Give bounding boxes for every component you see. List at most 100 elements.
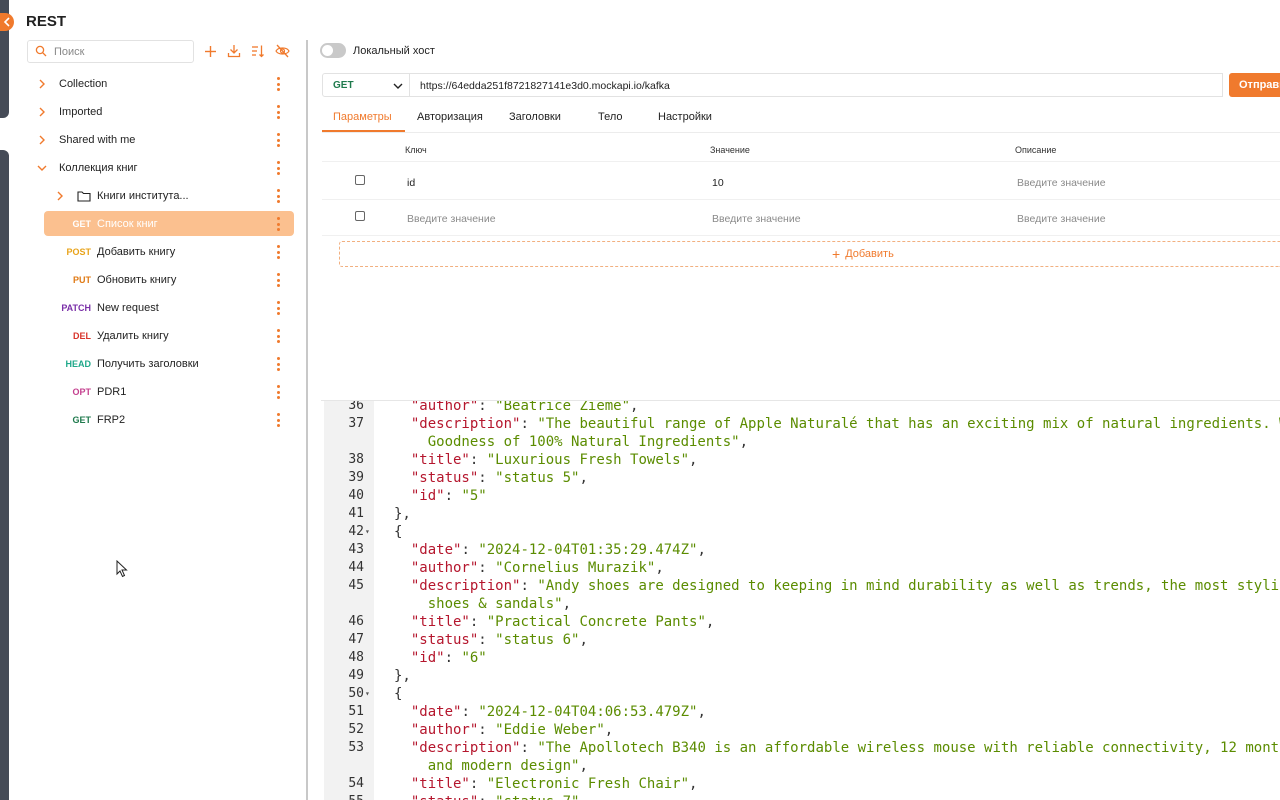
param-enabled-checkbox[interactable] xyxy=(355,175,365,185)
active-tab-indicator xyxy=(322,130,405,132)
tree-request[interactable]: OPT PDR1 xyxy=(18,378,306,406)
tab-headers[interactable]: Заголовки xyxy=(509,111,561,123)
code-text: Goodness of 100% Natural Ingredients", xyxy=(394,434,749,450)
chevron-down-icon[interactable] xyxy=(37,163,47,173)
eye-off-icon[interactable] xyxy=(274,43,290,59)
tree-folder-shared[interactable]: Shared with me xyxy=(18,126,306,154)
kebab-menu-icon[interactable] xyxy=(273,357,283,371)
localhost-toggle-row: Локальный хост xyxy=(320,43,435,58)
kebab-menu-icon[interactable] xyxy=(273,385,283,399)
tree-folder-collection[interactable]: Collection xyxy=(18,70,306,98)
code-text: "description": "Andy shoes are designed … xyxy=(410,578,1280,594)
kebab-menu-icon[interactable] xyxy=(273,245,283,259)
kebab-menu-icon[interactable] xyxy=(273,217,283,231)
tree-request[interactable]: PATCH New request xyxy=(18,294,306,322)
search-input[interactable] xyxy=(54,44,189,59)
code-text: "description": "The beautiful range of A… xyxy=(410,416,1280,432)
sort-icon[interactable] xyxy=(250,43,266,59)
kebab-menu-icon[interactable] xyxy=(273,301,283,315)
kebab-menu-icon[interactable] xyxy=(273,133,283,147)
tree-request[interactable]: DEL Удалить книгу xyxy=(18,322,306,350)
kebab-menu-icon[interactable] xyxy=(273,105,283,119)
kebab-menu-icon[interactable] xyxy=(273,77,283,91)
param-value-input[interactable]: 10 xyxy=(712,177,724,189)
request-label: Удалить книгу xyxy=(97,330,169,342)
code-text: shoes & sandals", xyxy=(394,596,572,612)
code-line: and modern design", xyxy=(321,757,1280,775)
localhost-toggle[interactable] xyxy=(320,43,346,58)
app-title: REST xyxy=(26,13,67,30)
line-number: 41 xyxy=(348,506,364,521)
tree-request[interactable]: HEAD Получить заголовки xyxy=(18,350,306,378)
tree-request[interactable]: PUT Обновить книгу xyxy=(18,266,306,294)
method-select[interactable]: GET xyxy=(322,73,410,97)
collapse-sidebar-button[interactable] xyxy=(0,13,14,31)
tree-request[interactable]: GET Список книг xyxy=(18,210,306,238)
code-text: }, xyxy=(394,506,411,522)
plus-icon[interactable] xyxy=(202,43,218,59)
line-number: 45 xyxy=(348,578,364,593)
request-label: Обновить книгу xyxy=(97,274,177,286)
url-input[interactable]: https://64edda251f8721827141e3d0.mockapi… xyxy=(410,73,1223,97)
code-line: 53 "description": "The Apollotech B340 i… xyxy=(321,739,1280,757)
sidebar-toolbar xyxy=(202,43,290,59)
line-number: 43 xyxy=(348,542,364,557)
tab-authorization[interactable]: Авторизация xyxy=(417,111,483,123)
response-body-editor[interactable]: 36 "author": "Beatrice Zieme", 37 "descri… xyxy=(321,400,1280,800)
param-description-input[interactable]: Введите значение xyxy=(1017,177,1106,189)
tree-subfolder[interactable]: Книги института... xyxy=(18,182,306,210)
param-key-input[interactable]: Введите значение xyxy=(407,213,496,225)
line-number: 40 xyxy=(348,488,364,503)
kebab-menu-icon[interactable] xyxy=(273,273,283,287)
tab-body[interactable]: Тело xyxy=(598,111,623,123)
chevron-right-icon[interactable] xyxy=(37,79,47,89)
tab-params[interactable]: Параметры xyxy=(333,111,392,123)
line-number: 39 xyxy=(348,470,364,485)
kebab-menu-icon[interactable] xyxy=(273,329,283,343)
line-number: 49 xyxy=(348,668,364,683)
line-number: 42 xyxy=(348,524,364,539)
tree-request[interactable]: POST Добавить книгу xyxy=(18,238,306,266)
code-text: "date": "2024-12-04T01:35:29.474Z", xyxy=(410,542,706,558)
tree-folder-book-collection[interactable]: Коллекция книг xyxy=(18,154,306,182)
send-button[interactable]: Отправить xyxy=(1229,73,1280,97)
param-enabled-checkbox[interactable] xyxy=(355,211,365,221)
localhost-toggle-label: Локальный хост xyxy=(353,44,435,57)
code-line: 45 "description": "Andy shoes are design… xyxy=(321,577,1280,595)
line-number: 53 xyxy=(348,740,364,755)
tree-folder-label: Shared with me xyxy=(59,134,136,146)
code-line: 40 "id": "5" xyxy=(321,487,1280,505)
request-method-badge: GET xyxy=(72,219,91,229)
param-description-input[interactable]: Введите значение xyxy=(1017,213,1106,225)
request-method-badge: PUT xyxy=(73,275,91,285)
fold-toggle-icon[interactable]: ▾ xyxy=(365,523,370,541)
tree-folder-label: Collection xyxy=(59,78,108,90)
code-text: "description": "The Apollotech B340 is a… xyxy=(410,740,1280,756)
main-panel: Локальный хост GET https://64edda251f872… xyxy=(320,0,1280,800)
kebab-menu-icon[interactable] xyxy=(273,161,283,175)
request-label: Получить заголовки xyxy=(97,358,199,370)
left-edge-strip xyxy=(0,0,9,800)
download-icon[interactable] xyxy=(226,43,242,59)
chevron-right-icon[interactable] xyxy=(55,191,65,201)
tree-subfolder-label: Книги института... xyxy=(97,190,189,202)
chevron-right-icon[interactable] xyxy=(37,135,47,145)
add-param-button[interactable]: + Добавить xyxy=(339,241,1280,267)
search-box[interactable] xyxy=(27,40,194,63)
panel-resizer[interactable] xyxy=(306,40,308,800)
chevron-right-icon[interactable] xyxy=(37,107,47,117)
code-line: 49}, xyxy=(321,667,1280,685)
code-text: "author": "Beatrice Zieme", xyxy=(410,400,639,414)
request-label: FRP2 xyxy=(97,414,126,426)
request-tabs: Параметры Авторизация Заголовки Тело Нас… xyxy=(322,103,1280,133)
kebab-menu-icon[interactable] xyxy=(273,413,283,427)
method-select-value: GET xyxy=(333,80,354,91)
kebab-menu-icon[interactable] xyxy=(273,189,283,203)
tree-folder-imported[interactable]: Imported xyxy=(18,98,306,126)
param-key-input[interactable]: id xyxy=(407,177,415,189)
param-value-input[interactable]: Введите значение xyxy=(712,213,801,225)
fold-toggle-icon[interactable]: ▾ xyxy=(365,685,370,703)
tab-settings[interactable]: Настройки xyxy=(658,111,712,123)
line-number: 48 xyxy=(348,650,364,665)
tree-request[interactable]: GET FRP2 xyxy=(18,406,306,434)
